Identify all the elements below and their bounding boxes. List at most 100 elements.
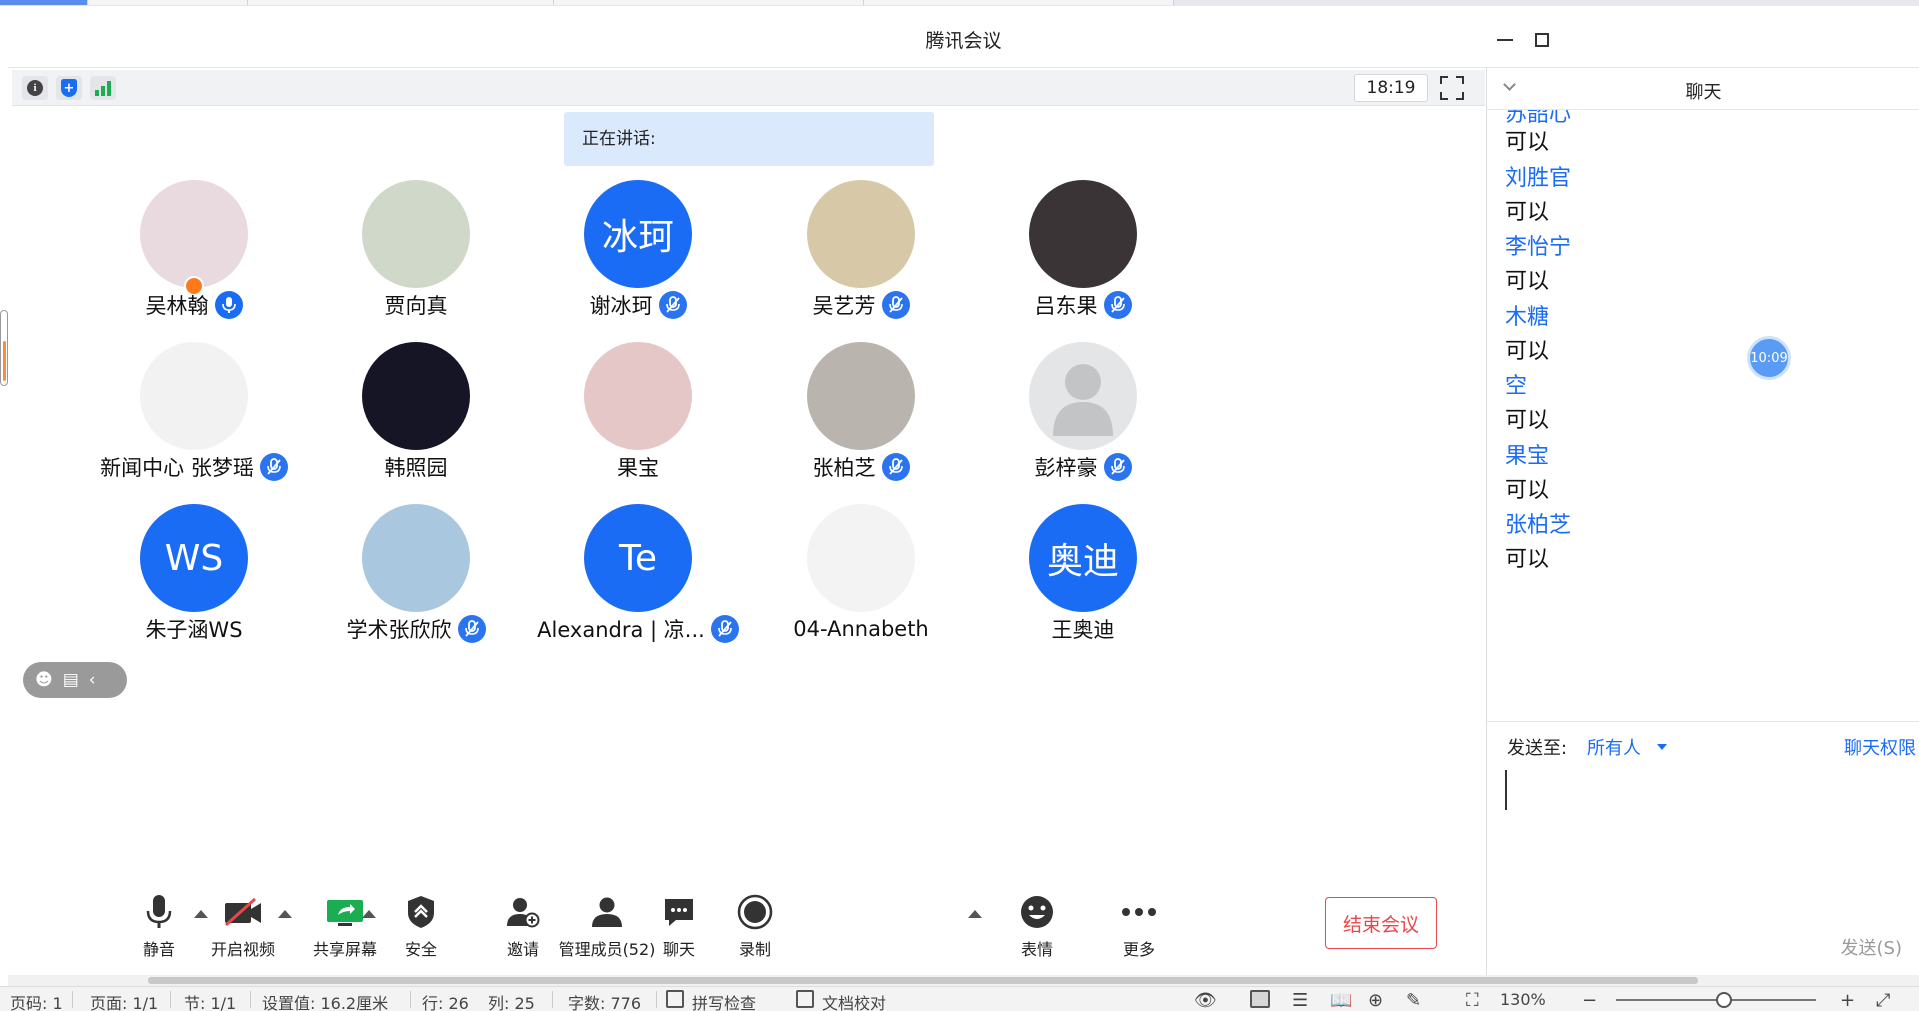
security-status-button[interactable]: + xyxy=(56,76,82,100)
status-page-code[interactable]: 页码: 1 xyxy=(10,990,63,1011)
status-row[interactable]: 行: 26 xyxy=(422,990,469,1011)
chat-message-sender: 李怡宁 xyxy=(1505,235,1572,260)
participant-tile[interactable]: 冰珂 谢冰珂 xyxy=(528,180,748,319)
chat-permission-link[interactable]: 聊天权限 xyxy=(1844,734,1916,760)
status-section[interactable]: 节: 1/1 xyxy=(184,990,236,1011)
zoom-out-icon[interactable]: − xyxy=(1582,990,1597,1011)
scrollbar-thumb[interactable] xyxy=(148,977,1698,984)
participant-tile[interactable]: 学术张欣欣 xyxy=(306,504,526,643)
participant-tile[interactable]: 张柏芝 xyxy=(751,342,971,481)
chat-message-list[interactable]: 苏韶心 可以 刘胜官 可以 李怡宁 可以 木糖 可以空可以 果宝 可以 张柏芝 可以 xyxy=(1487,110,1919,670)
avatar: Te xyxy=(584,504,692,612)
page-view-icon[interactable] xyxy=(1250,990,1270,1008)
participant-tile[interactable]: 贾向真 xyxy=(306,180,526,318)
participant-name: 韩照园 xyxy=(384,456,448,480)
tab[interactable] xyxy=(554,0,864,5)
fit-page-icon[interactable]: ⛶ xyxy=(1466,990,1479,1011)
unread-bubble[interactable]: 10:09 xyxy=(1747,336,1791,380)
zoom-slider-handle[interactable] xyxy=(1716,992,1732,1008)
tab[interactable] xyxy=(864,0,1174,5)
participant-tile[interactable]: 韩照园 xyxy=(306,342,526,480)
microphone-icon xyxy=(138,892,180,932)
network-status-button[interactable] xyxy=(90,76,116,100)
emoji-icon[interactable]: ☻ xyxy=(35,670,53,690)
participant-name: 新闻中心 张梦瑶 xyxy=(100,456,254,480)
participant-name: 吴林翰 xyxy=(145,294,209,318)
avatar xyxy=(140,180,248,288)
horizontal-scrollbar[interactable] xyxy=(8,975,1919,986)
participant-tile[interactable]: 吕东果 xyxy=(973,180,1193,319)
mic-muted-icon xyxy=(457,615,486,643)
more-label: 更多 xyxy=(1122,940,1155,959)
shield-icon xyxy=(400,892,442,932)
participant-name: 谢冰珂 xyxy=(589,294,653,318)
outline-view-icon[interactable]: ☰ xyxy=(1292,990,1308,1011)
signal-icon xyxy=(95,80,111,96)
status-page[interactable]: 页面: 1/1 xyxy=(90,990,158,1011)
collapse-icon[interactable]: ‹ xyxy=(89,670,96,690)
emoji-button[interactable]: 表情 xyxy=(982,892,1092,970)
maximize-icon xyxy=(1535,33,1549,47)
pen-icon[interactable]: ✎ xyxy=(1406,990,1421,1011)
avatar: 奥迪 xyxy=(1029,504,1137,612)
side-scroll-handle[interactable] xyxy=(0,310,8,386)
participant-tile[interactable]: 彭梓豪 xyxy=(973,342,1193,481)
reading-view-icon[interactable]: 📖 xyxy=(1330,990,1352,1011)
status-col[interactable]: 列: 25 xyxy=(488,990,535,1011)
spell-check-button[interactable]: 拼写检查 xyxy=(692,990,756,1011)
emoji-label: 表情 xyxy=(1020,940,1053,959)
participant-tile[interactable]: 04-Annabeth xyxy=(751,504,971,641)
chat-message-text: 可以 xyxy=(1505,199,1550,225)
maximize-button[interactable] xyxy=(1530,28,1554,52)
participant-tile[interactable]: Te Alexandra | 凉... xyxy=(528,504,748,643)
chat-title: 聊天 xyxy=(1685,82,1722,103)
participant-name-row: 王奥迪 xyxy=(943,615,1223,643)
meeting-toolbar: 静音 开启视频 共享屏幕 安全 邀请 管理成员(52) 聊天 录制 表情 更多 … xyxy=(8,880,1485,975)
tab[interactable] xyxy=(248,0,554,5)
security-button[interactable]: 安全 xyxy=(366,892,476,970)
reaction-bar[interactable]: ☻ ▤ ‹ xyxy=(23,662,127,698)
participant-name: 吴艺芳 xyxy=(812,294,876,318)
zoom-level[interactable]: 130% xyxy=(1500,990,1546,1009)
start-video-button[interactable]: 开启视频 xyxy=(188,892,298,970)
chevron-down-icon[interactable] xyxy=(1657,744,1667,750)
video-off-icon xyxy=(222,892,264,932)
web-view-icon[interactable]: ⊕ xyxy=(1368,990,1383,1011)
more-button[interactable]: 更多 xyxy=(1084,892,1194,970)
tab[interactable] xyxy=(88,0,248,5)
participant-tile[interactable]: WS 朱子涵WS xyxy=(84,504,304,642)
invite-label: 邀请 xyxy=(506,940,539,959)
chat-header: 聊天 xyxy=(1487,68,1919,110)
status-word-count[interactable]: 字数: 776 xyxy=(568,990,641,1011)
participant-tile[interactable]: 吴林翰 xyxy=(84,180,304,319)
message-icon[interactable]: ▤ xyxy=(63,670,79,690)
window-title: 腾讯会议 xyxy=(925,30,1002,52)
avatar xyxy=(140,342,248,450)
minimize-icon xyxy=(1497,39,1513,41)
fullscreen-button[interactable] xyxy=(1440,76,1464,100)
chat-input-cursor[interactable] xyxy=(1505,770,1507,810)
proofread-icon xyxy=(796,990,814,1008)
meeting-info-button[interactable]: i xyxy=(22,76,48,100)
eye-icon[interactable]: 👁 xyxy=(1194,990,1217,1011)
participant-name: 吕东果 xyxy=(1034,294,1098,318)
chat-message-sender: 果宝 xyxy=(1505,443,1550,469)
tab-active[interactable] xyxy=(0,0,88,5)
status-setting[interactable]: 设置值: 16.2厘米 xyxy=(262,990,388,1011)
end-meeting-button[interactable]: 结束会议 xyxy=(1325,897,1437,949)
record-options-caret[interactable] xyxy=(968,910,982,918)
mute-label: 静音 xyxy=(142,940,175,959)
proofread-button[interactable]: 文档校对 xyxy=(822,990,886,1011)
chat-message-text: 可以 xyxy=(1505,130,1550,155)
minimize-button[interactable] xyxy=(1493,28,1517,52)
mic-muted-icon xyxy=(1103,291,1132,319)
recipient-select[interactable]: 所有人 xyxy=(1587,734,1641,760)
participant-tile[interactable]: 奥迪 王奥迪 xyxy=(973,504,1193,642)
send-button[interactable]: 发送(S) xyxy=(1841,934,1902,960)
participant-tile[interactable]: 新闻中心 张梦瑶 xyxy=(84,342,304,481)
expand-icon[interactable]: ⤢ xyxy=(1876,990,1890,1011)
record-button[interactable]: 录制 xyxy=(700,892,810,970)
participant-tile[interactable]: 吴艺芳 xyxy=(751,180,971,319)
zoom-in-icon[interactable]: + xyxy=(1840,990,1855,1011)
participant-tile[interactable]: 果宝 xyxy=(528,342,748,480)
